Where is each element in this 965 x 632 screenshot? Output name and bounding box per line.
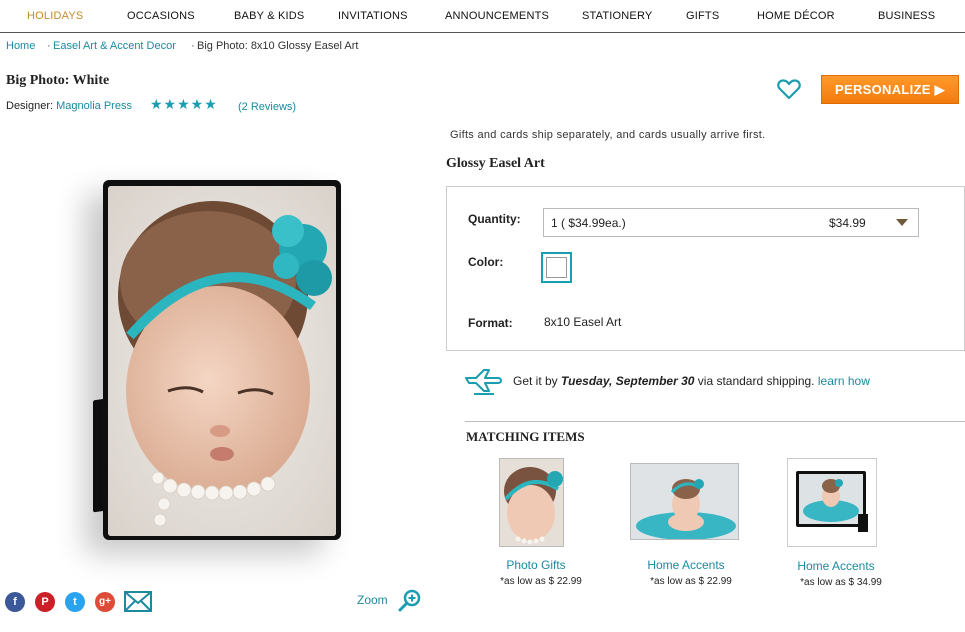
home-accent-thumbnail — [631, 464, 738, 539]
facebook-icon[interactable]: f — [5, 592, 25, 612]
matching-item-thumbnail[interactable] — [630, 463, 739, 540]
options-panel: Quantity: 1 ( $34.99ea.) $34.99 Color: F… — [446, 186, 965, 351]
quantity-value: 1 ( $34.99ea.) — [551, 216, 626, 230]
matching-items-heading: MATCHING ITEMS — [466, 429, 585, 444]
photo-gift-thumbnail — [500, 459, 563, 546]
matching-item-label[interactable]: Photo Gifts — [476, 558, 596, 572]
format-label: Format: — [468, 316, 513, 330]
product-type-heading: Glossy Easel Art — [446, 156, 545, 171]
nav-holidays[interactable]: HOLIDAYS — [27, 10, 83, 22]
nav-business[interactable]: BUSINESS — [878, 10, 935, 22]
heart-icon[interactable] — [777, 78, 801, 100]
color-label: Color: — [468, 255, 504, 269]
matching-item-thumbnail[interactable] — [499, 458, 564, 547]
matching-item-label[interactable]: Home Accents — [626, 558, 746, 572]
rating-stars: ★★★★★ — [150, 96, 218, 112]
reviews-link[interactable]: (2 Reviews) — [238, 101, 296, 113]
personalize-button[interactable]: PERSONALIZE ▶ — [821, 75, 959, 104]
divider — [465, 421, 965, 422]
email-icon[interactable] — [124, 591, 152, 612]
matching-item-price: *as low as $ 22.99 — [500, 576, 582, 587]
nav-occasions[interactable]: OCCASIONS — [127, 10, 195, 22]
delivery-estimate: Get it by Tuesday, September 30 via stan… — [513, 374, 870, 388]
swatch-fill — [546, 257, 567, 278]
designer-link[interactable]: Magnolia Press — [56, 100, 132, 112]
matching-item-thumbnail[interactable] — [787, 458, 877, 547]
matching-item-price: *as low as $ 34.99 — [800, 577, 882, 588]
top-nav: HOLIDAYS OCCASIONS BABY & KIDS INVITATIO… — [0, 0, 965, 33]
format-value: 8x10 Easel Art — [544, 315, 622, 329]
designer-label: Designer: — [6, 100, 57, 112]
matching-item-price: *as low as $ 22.99 — [650, 576, 732, 587]
airplane-icon — [465, 369, 502, 395]
delivery-date: Tuesday, September 30 — [561, 374, 695, 388]
google-plus-icon[interactable]: g+ — [95, 592, 115, 612]
nav-invitations[interactable]: INVITATIONS — [338, 10, 408, 22]
quantity-label: Quantity: — [468, 212, 521, 226]
pinterest-icon[interactable]: P — [35, 592, 55, 612]
learn-how-link[interactable]: learn how — [818, 374, 870, 388]
nav-stationery[interactable]: STATIONERY — [582, 10, 652, 22]
chevron-down-icon — [896, 219, 908, 226]
product-title: Big Photo: White — [6, 73, 110, 88]
breadcrumb-category[interactable]: Easel Art & Accent Decor — [53, 40, 176, 52]
zoom-icon[interactable] — [398, 588, 422, 612]
baby-photo-illustration — [108, 186, 336, 536]
color-swatch-white[interactable] — [541, 252, 572, 283]
tabletop-easel-thumbnail — [788, 459, 876, 546]
shipping-note: Gifts and cards ship separately, and car… — [450, 129, 766, 141]
zoom-label[interactable]: Zoom — [357, 593, 388, 607]
delivery-suffix: via standard shipping. — [694, 374, 818, 388]
nav-gifts[interactable]: GIFTS — [686, 10, 719, 22]
breadcrumb-current: Big Photo: 8x10 Glossy Easel Art — [197, 40, 359, 52]
matching-item-label[interactable]: Home Accents — [776, 559, 896, 573]
delivery-prefix: Get it by — [513, 374, 562, 388]
breadcrumb-separator: · — [47, 40, 51, 52]
nav-home-decor[interactable]: HOME DÉCOR — [757, 10, 835, 22]
quantity-price: $34.99 — [829, 216, 866, 230]
product-photo — [108, 186, 336, 536]
nav-baby-kids[interactable]: BABY & KIDS — [234, 10, 304, 22]
quantity-select[interactable]: 1 ( $34.99ea.) $34.99 — [543, 208, 919, 237]
nav-announcements[interactable]: ANNOUNCEMENTS — [445, 10, 549, 22]
twitter-icon[interactable]: t — [65, 592, 85, 612]
breadcrumb-separator: · — [191, 40, 195, 52]
designer-line: Designer: Magnolia Press — [6, 100, 132, 112]
breadcrumb-home[interactable]: Home — [6, 40, 35, 52]
